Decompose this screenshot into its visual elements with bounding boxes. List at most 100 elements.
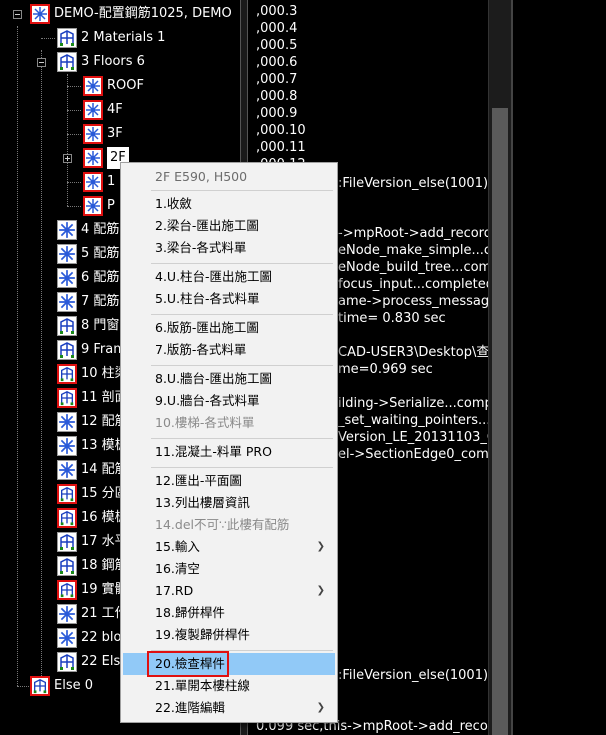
log-line: ,000.7 — [256, 72, 298, 87]
scrollbar-thumb[interactable] — [492, 108, 508, 735]
menu-item-export-plan[interactable]: 12.匯出-平面圖 — [123, 470, 335, 492]
grid-icon — [57, 436, 77, 456]
menu-item-merge-members[interactable]: 18.歸併桿件 — [123, 602, 335, 624]
grid-icon — [83, 172, 103, 192]
menu-separator — [151, 438, 333, 439]
log-line: CAD-USER3\Desktop\查 — [338, 345, 488, 360]
highlight-outline — [147, 651, 229, 677]
tree-label: 4 配筋 — [81, 222, 120, 237]
menu-item-label: 16.清空 — [155, 561, 200, 576]
grid-icon — [57, 412, 77, 432]
tree-connector — [67, 182, 81, 183]
tree-label: 1 — [107, 174, 116, 189]
grid-icon — [83, 76, 103, 96]
log-line: eNode_make_simple...con — [338, 243, 488, 258]
menu-item-label: 1.收斂 — [155, 196, 192, 211]
menu-item-label: 8.U.牆台-匯出施工圖 — [155, 371, 273, 386]
menu-item-label: 17.RD — [155, 583, 194, 598]
menu-header: 2F E590, H500 — [123, 166, 335, 188]
menu-item-label: 4.U.柱台-匯出施工圖 — [155, 269, 273, 284]
menu-item-list-floor-info[interactable]: 13.列出樓層資訊 — [123, 492, 335, 514]
tree-connector — [67, 74, 68, 206]
grid-icon — [57, 292, 77, 312]
tree-label: 2 Materials 1 — [81, 30, 166, 45]
menu-item-label: 12.匯出-平面圖 — [155, 473, 242, 488]
log-line: me=0.969 sec — [338, 362, 433, 377]
menu-item-open-column-lines[interactable]: 21.單開本樓柱線 — [123, 675, 335, 697]
menu-item-label: 18.歸併桿件 — [155, 605, 225, 620]
tree-label: 8 門窗 — [81, 318, 120, 333]
menu-item-slab-bom[interactable]: 7.版筋-各式料單 — [123, 339, 335, 361]
grid-icon — [83, 196, 103, 216]
log-scrollbar[interactable] — [488, 0, 511, 735]
menu-item-delete: 14.del不可∵此樓有配筋 — [123, 514, 335, 536]
menu-separator — [151, 314, 333, 315]
grid-icon — [30, 4, 50, 24]
context-menu[interactable]: 2F E590, H500 1.收斂 2.梁台-匯出施工圖 3.梁台-各式料單 … — [120, 162, 338, 723]
menu-item-clear[interactable]: 16.清空 — [123, 558, 335, 580]
tree-label: 3 Floors 6 — [81, 54, 145, 69]
menu-item-collapse[interactable]: 1.收斂 — [123, 193, 335, 215]
log-line: time= 0.830 sec — [338, 311, 446, 326]
tree-connector — [41, 38, 55, 39]
frame-icon — [57, 28, 77, 48]
menu-item-label: 2F E590, H500 — [155, 169, 248, 184]
menu-item-label: 9.U.牆台-各式料單 — [155, 393, 260, 408]
collapse-floors-toggle[interactable] — [37, 58, 46, 67]
menu-item-label: 14.del不可∵此樓有配筋 — [155, 517, 290, 532]
log-line: el->SectionEdge0_compu — [338, 447, 488, 462]
menu-separator — [151, 467, 333, 468]
tree-connector — [67, 86, 81, 87]
log-line: ame->process_message.. — [338, 294, 488, 309]
log-line: ,000.4 — [256, 21, 298, 36]
menu-item-label: 7.版筋-各式料單 — [155, 342, 247, 357]
tree-connector — [67, 110, 81, 111]
log-line: ,000.10 — [256, 123, 306, 138]
menu-separator — [151, 190, 333, 191]
tree-label: P — [107, 198, 115, 213]
grid-icon — [57, 220, 77, 240]
grid-icon — [83, 100, 103, 120]
tree-label: 5 配筋 — [81, 246, 120, 261]
menu-item-column-bom[interactable]: 5.U.柱台-各式料單 — [123, 288, 335, 310]
menu-item-beam-export[interactable]: 2.梁台-匯出施工圖 — [123, 215, 335, 237]
log-line: ->mpRoot->add_record. — [338, 226, 488, 241]
log-line: focus_input...completed — [338, 277, 488, 292]
menu-item-input[interactable]: 15.輸入 ❯ — [123, 536, 335, 558]
menu-item-label: 5.U.柱台-各式料單 — [155, 291, 260, 306]
grid-icon — [57, 628, 77, 648]
log-line: eNode_build_tree...comple — [338, 260, 488, 275]
tree-label: DEMO-配置鋼筋1025, DEMO — [54, 6, 232, 21]
frame-icon — [57, 580, 77, 600]
submenu-arrow-icon: ❯ — [316, 585, 325, 596]
tree-label: Else 0 — [54, 678, 93, 693]
menu-item-label: 6.版筋-匯出施工圖 — [155, 320, 259, 335]
log-line: ,000.8 — [256, 89, 298, 104]
collapse-root-toggle[interactable] — [13, 10, 22, 19]
tree-label: 6 配筋 — [81, 270, 120, 285]
menu-item-copy-merge-members[interactable]: 19.複製歸併桿件 — [123, 624, 335, 646]
menu-item-label: 10.樓梯-各式料單 — [155, 415, 255, 430]
menu-item-wall-export[interactable]: 8.U.牆台-匯出施工圖 — [123, 368, 335, 390]
frame-icon — [57, 388, 77, 408]
menu-item-wall-bom[interactable]: 9.U.牆台-各式料單 — [123, 390, 335, 412]
menu-item-label: 11.混凝土-料單 PRO — [155, 444, 272, 459]
expand-2f-toggle[interactable] — [63, 154, 72, 163]
frame-icon — [57, 508, 77, 528]
menu-item-label: 15.輸入 — [155, 539, 200, 554]
frame-icon — [57, 556, 77, 576]
log-line: Version_LE_20131103_CI — [338, 430, 488, 445]
frame-icon — [57, 652, 77, 672]
submenu-arrow-icon: ❯ — [316, 541, 325, 552]
menu-item-column-export[interactable]: 4.U.柱台-匯出施工圖 — [123, 266, 335, 288]
grid-icon — [57, 268, 77, 288]
menu-item-advanced-edit[interactable]: 22.進階編輯 ❯ — [123, 697, 335, 719]
tree-label: 4F — [107, 102, 123, 117]
menu-item-beam-bom[interactable]: 3.梁台-各式料單 — [123, 237, 335, 259]
tree-connector — [17, 26, 18, 686]
menu-item-slab-export[interactable]: 6.版筋-匯出施工圖 — [123, 317, 335, 339]
log-line: :FileVersion_else(1001)[h — [338, 176, 488, 191]
menu-item-rd[interactable]: 17.RD ❯ — [123, 580, 335, 602]
grid-icon — [83, 124, 103, 144]
menu-item-concrete-bom[interactable]: 11.混凝土-料單 PRO — [123, 441, 335, 463]
